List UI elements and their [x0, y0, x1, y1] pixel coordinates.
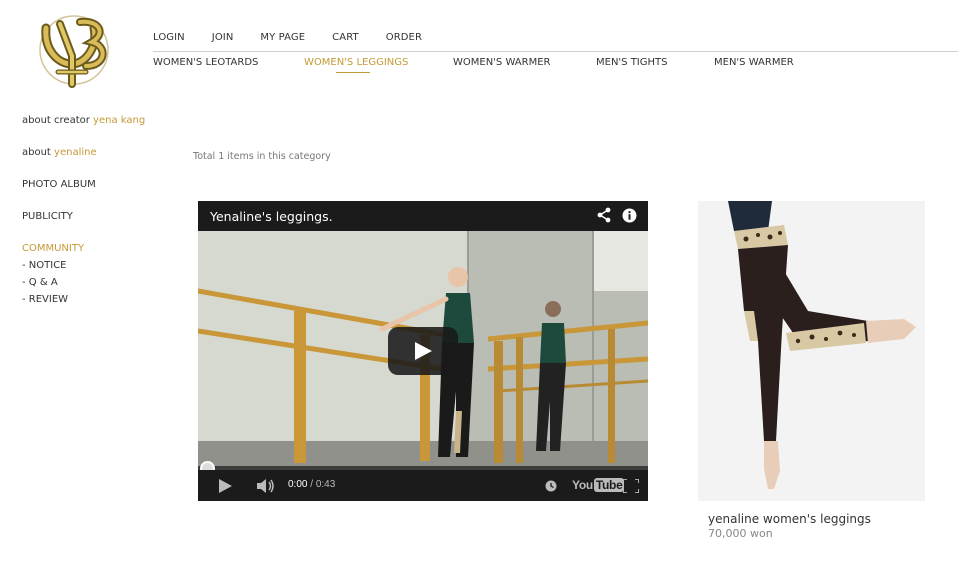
brand-logo[interactable]	[36, 10, 112, 88]
youtube-logo[interactable]: You Tube	[572, 478, 625, 492]
category-womens-leotards[interactable]: WOMEN'S LEOTARDS	[153, 57, 258, 68]
duration: 0:43	[315, 479, 336, 490]
fullscreen-icon[interactable]	[623, 479, 639, 493]
about-creator-prefix: about creator	[22, 115, 90, 126]
product-photo	[698, 201, 925, 501]
top-nav: LOGIN JOIN MY PAGE CART ORDER	[153, 32, 449, 43]
video-title[interactable]: Yenaline's leggings.	[210, 209, 333, 224]
sidebar-item-about[interactable]: about yenaline	[22, 147, 97, 158]
login-link[interactable]: LOGIN	[153, 32, 185, 43]
share-icon[interactable]	[596, 207, 612, 223]
cart-link[interactable]: CART	[332, 32, 359, 43]
info-icon[interactable]	[622, 208, 637, 223]
video-title-bar: Yenaline's leggings.	[198, 201, 648, 231]
sidebar-item-publicity[interactable]: PUBLICITY	[22, 211, 73, 222]
product-name[interactable]: yenaline women's leggings	[708, 512, 871, 526]
item-count: Total 1 items in this category	[193, 151, 331, 162]
play-icon	[415, 342, 432, 360]
sidebar-item-review[interactable]: - REVIEW	[22, 294, 68, 305]
youtube-logo-you: You	[572, 478, 593, 492]
youtube-logo-tube: Tube	[593, 478, 625, 492]
sidebar-item-qa[interactable]: - Q & A	[22, 277, 58, 288]
category-mens-tights[interactable]: MEN'S TIGHTS	[596, 57, 667, 68]
time-separator: /	[307, 479, 316, 490]
about-creator-name: yena kang	[93, 115, 146, 126]
control-play-icon[interactable]	[218, 479, 232, 493]
clock-icon[interactable]	[545, 480, 557, 492]
about-prefix: about	[22, 147, 51, 158]
join-link[interactable]: JOIN	[212, 32, 234, 43]
sidebar-item-community[interactable]: COMMUNITY	[22, 243, 84, 254]
current-time: 0:00	[288, 479, 308, 490]
category-mens-warmer[interactable]: MEN'S WARMER	[714, 57, 794, 68]
sidebar-item-notice[interactable]: - NOTICE	[22, 260, 67, 271]
video-player[interactable]: Yenaline's leggings. 0:00 / 0:43 You Tub…	[198, 201, 648, 501]
order-link[interactable]: ORDER	[386, 32, 422, 43]
sidebar-item-about-creator[interactable]: about creator yena kang	[22, 115, 145, 126]
time-display: 0:00 / 0:43	[288, 479, 335, 490]
sidebar-item-photo-album[interactable]: PHOTO ALBUM	[22, 179, 96, 190]
product-image[interactable]	[698, 201, 925, 501]
about-name: yenaline	[54, 147, 97, 158]
active-category-underline	[336, 72, 370, 73]
my-page-link[interactable]: MY PAGE	[260, 32, 305, 43]
product-price: 70,000 won	[708, 527, 773, 540]
video-controls: 0:00 / 0:43 You Tube	[198, 470, 648, 501]
nav-divider	[153, 51, 958, 52]
category-womens-leggings[interactable]: WOMEN'S LEGGINGS	[304, 57, 408, 68]
volume-icon[interactable]	[257, 479, 275, 493]
play-button[interactable]	[388, 327, 458, 375]
category-womens-warmer[interactable]: WOMEN'S WARMER	[453, 57, 551, 68]
